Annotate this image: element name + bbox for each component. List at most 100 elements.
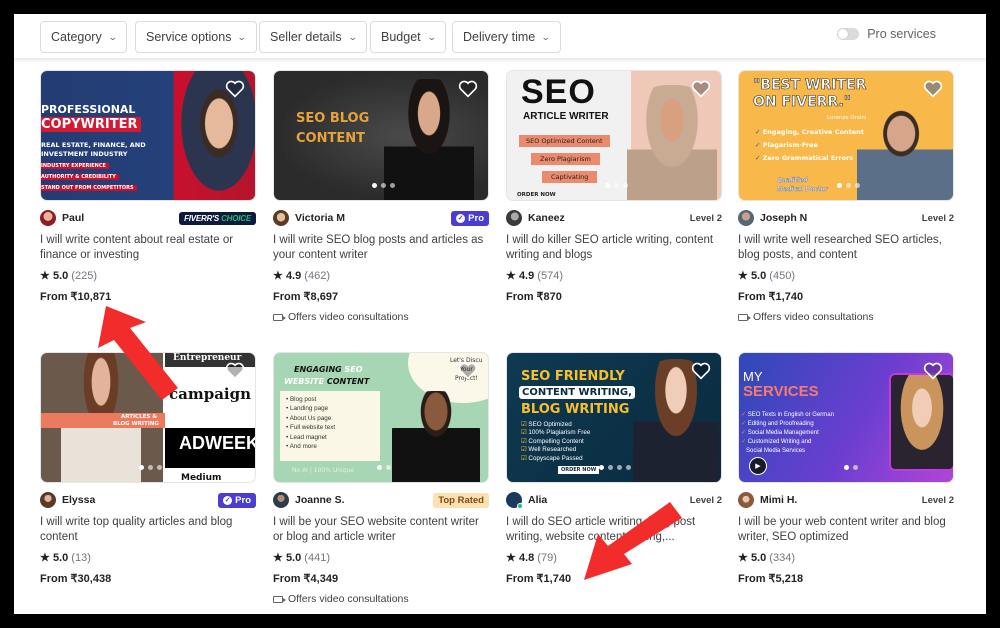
- seller-avatar[interactable]: [506, 210, 522, 226]
- chevron-down-icon: ⌄: [107, 31, 118, 42]
- seller-avatar[interactable]: [273, 492, 289, 508]
- filter-delivery-time[interactable]: Delivery time ⌄: [452, 21, 561, 53]
- gig-thumbnail[interactable]: SEO FRIENDLY CONTENT WRITING, BLOG WRITI…: [506, 352, 722, 483]
- gig-price: From ₹8,697: [273, 291, 339, 303]
- seller-name[interactable]: Paul: [62, 212, 179, 224]
- star-icon: ★: [273, 552, 283, 564]
- review-count: (13): [71, 552, 91, 564]
- thumb-text: AUTHORITY & CREDIBILITY: [41, 174, 119, 180]
- gig-price: From ₹870: [506, 291, 562, 303]
- video-camera-icon: [273, 595, 286, 603]
- pro-services-toggle[interactable]: Pro services: [837, 27, 936, 41]
- carousel-dots[interactable]: [837, 183, 860, 188]
- heart-icon[interactable]: [225, 80, 245, 98]
- gig-title[interactable]: I will be your SEO website content write…: [273, 515, 489, 545]
- seller-name[interactable]: Victoria M: [295, 212, 451, 224]
- gig-rating: ★ 5.0 (441): [273, 552, 330, 564]
- heart-icon[interactable]: [691, 80, 711, 98]
- seller-avatar[interactable]: [738, 210, 754, 226]
- star-icon: ★: [40, 552, 50, 564]
- play-video-icon[interactable]: ▶: [749, 457, 767, 475]
- seller-name[interactable]: Kaneez: [528, 212, 685, 224]
- thumb-text: PROFESSIONAL: [41, 103, 136, 116]
- carousel-dots[interactable]: [377, 465, 391, 470]
- gig-thumbnail[interactable]: "BEST WRITER ON FIVERR." Lorenzo Orsini …: [738, 70, 954, 201]
- seller-row: Mimi H. Level 2: [738, 491, 954, 509]
- thumb-text: SEO Optimized Content: [519, 135, 610, 147]
- seller-name[interactable]: Joanne S.: [295, 494, 433, 506]
- gig-card[interactable]: MY SERVICES ✓ SEO Texts in English or Ge…: [738, 352, 954, 585]
- star-icon: ★: [738, 552, 748, 564]
- filter-label: Budget: [381, 30, 421, 44]
- heart-icon[interactable]: [691, 362, 711, 380]
- seller-avatar[interactable]: [738, 492, 754, 508]
- pro-services-label: Pro services: [867, 27, 936, 41]
- filter-category[interactable]: Category ⌄: [40, 21, 128, 53]
- gig-card[interactable]: Entrepreneur campaign ARTICLES & BLOG WR…: [40, 352, 256, 585]
- browser-content: Category ⌄ Service options ⌄ Seller deta…: [14, 14, 986, 614]
- gig-rating: ★ 4.9 (462): [273, 270, 330, 282]
- seller-avatar[interactable]: [40, 492, 56, 508]
- gig-title[interactable]: I will do SEO article writing, blog post…: [506, 515, 722, 545]
- thumb-text: ARTICLE WRITER: [523, 111, 609, 122]
- star-icon: ★: [506, 552, 516, 564]
- gig-title[interactable]: I will write well researched SEO article…: [738, 233, 954, 263]
- toggle-switch[interactable]: [837, 28, 860, 40]
- thumb-text: STAND OUT FROM COMPETITORS: [41, 185, 137, 191]
- seller-name[interactable]: Elyssa: [62, 494, 218, 506]
- gig-thumbnail[interactable]: SEO ARTICLE WRITER SEO Optimized Content…: [506, 70, 722, 201]
- seller-avatar[interactable]: [273, 210, 289, 226]
- gig-title[interactable]: I will write top quality articles and bl…: [40, 515, 256, 545]
- seller-name[interactable]: Joseph N: [760, 212, 917, 224]
- thumb-text: Zero Plagiarism: [531, 153, 600, 165]
- thumb-text: Medical Doctor: [777, 186, 828, 193]
- top-rated-badge: Top Rated: [433, 492, 489, 508]
- carousel-dots[interactable]: [139, 465, 162, 470]
- seller-name[interactable]: Mimi H.: [760, 494, 917, 506]
- filter-seller-details[interactable]: Seller details ⌄: [259, 21, 368, 53]
- heart-icon[interactable]: [458, 362, 478, 380]
- gig-title[interactable]: I will write SEO blog posts and articles…: [273, 233, 489, 263]
- gig-rating: ★ 5.0 (334): [738, 552, 795, 564]
- gig-title[interactable]: I will be your web content writer and bl…: [738, 515, 954, 545]
- gig-thumbnail[interactable]: MY SERVICES ✓ SEO Texts in English or Ge…: [738, 352, 954, 483]
- carousel-dots[interactable]: [605, 183, 628, 188]
- filter-service-options[interactable]: Service options ⌄: [135, 21, 258, 53]
- chevron-down-icon: ⌄: [347, 31, 358, 42]
- seller-row: Kaneez Level 2: [506, 209, 722, 227]
- seller-avatar[interactable]: [40, 210, 56, 226]
- seller-photo: [857, 107, 953, 200]
- carousel-dots[interactable]: [844, 465, 858, 470]
- carousel-dots[interactable]: [372, 183, 395, 188]
- filter-budget[interactable]: Budget ⌄: [370, 21, 447, 53]
- filter-label: Seller details: [270, 30, 342, 44]
- gig-title[interactable]: I will write content about real estate o…: [40, 233, 256, 263]
- gig-thumbnail[interactable]: ENGAGING SEO WEBSITE CONTENT • Blog post…: [273, 352, 489, 483]
- gig-rating: ★ 5.0 (13): [40, 552, 91, 564]
- gig-card[interactable]: SEO ARTICLE WRITER SEO Optimized Content…: [506, 70, 722, 303]
- gig-card[interactable]: "BEST WRITER ON FIVERR." Lorenzo Orsini …: [738, 70, 954, 323]
- seller-avatar[interactable]: [506, 492, 523, 509]
- heart-icon[interactable]: [923, 80, 943, 98]
- gig-thumbnail[interactable]: SEO BLOG CONTENT: [273, 70, 489, 201]
- gig-card[interactable]: PROFESSIONAL COPYWRITER REAL ESTATE, FIN…: [40, 70, 256, 303]
- gig-thumbnail[interactable]: PROFESSIONAL COPYWRITER REAL ESTATE, FIN…: [40, 70, 256, 201]
- carousel-dots[interactable]: [599, 465, 631, 470]
- seller-row: Paul FIVERR'S CHOICE: [40, 209, 256, 227]
- gig-price: From ₹5,218: [738, 573, 804, 585]
- gig-card[interactable]: SEO BLOG CONTENT Victoria M ✓ Pro I will …: [273, 70, 489, 323]
- heart-icon[interactable]: [458, 80, 478, 98]
- heart-icon[interactable]: [225, 362, 245, 380]
- gig-card[interactable]: ENGAGING SEO WEBSITE CONTENT • Blog post…: [273, 352, 489, 605]
- gig-rating: ★ 5.0 (450): [738, 270, 795, 282]
- filter-label: Service options: [146, 30, 232, 44]
- gig-thumbnail[interactable]: Entrepreneur campaign ARTICLES & BLOG WR…: [40, 352, 256, 483]
- review-count: (450): [769, 270, 795, 282]
- gig-price: From ₹10,871: [40, 291, 112, 303]
- heart-icon[interactable]: [923, 362, 943, 380]
- seller-name[interactable]: Alia: [528, 494, 685, 506]
- gig-card[interactable]: SEO FRIENDLY CONTENT WRITING, BLOG WRITI…: [506, 352, 722, 585]
- check-icon: ✓: [223, 495, 233, 505]
- gig-title[interactable]: I will do killer SEO article writing, co…: [506, 233, 722, 263]
- thumb-text: SERVICES: [743, 383, 819, 400]
